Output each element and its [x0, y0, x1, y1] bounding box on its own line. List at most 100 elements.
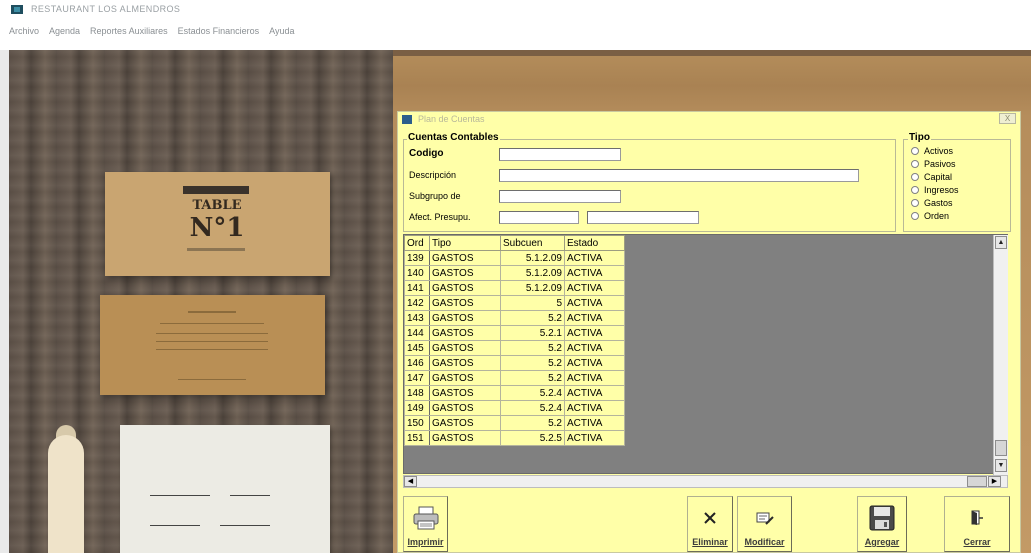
- menu-ayuda[interactable]: Ayuda: [269, 26, 294, 42]
- radio-orden[interactable]: Orden: [911, 211, 949, 221]
- cell-ord: 150: [404, 415, 430, 431]
- radio-button[interactable]: [911, 147, 919, 155]
- cell-subcuenta: 5.2: [500, 310, 565, 326]
- eliminar-button[interactable]: Eliminar: [687, 496, 733, 552]
- radio-activos[interactable]: Activos: [911, 146, 953, 156]
- table-row[interactable]: 143 GASTOS 5.2 ACTIVA: [404, 310, 625, 326]
- cerrar-label: Cerrar: [963, 537, 991, 547]
- cell-ord: 142: [404, 295, 430, 311]
- cell-tipo: GASTOS: [429, 370, 501, 386]
- radio-pasivos[interactable]: Pasivos: [911, 159, 956, 169]
- subgrupo-input[interactable]: [499, 190, 621, 203]
- header-estado[interactable]: Estado: [564, 235, 625, 251]
- cell-tipo: GASTOS: [429, 250, 501, 266]
- descripcion-label: Descripción: [409, 170, 457, 180]
- table-row[interactable]: 146 GASTOS 5.2 ACTIVA: [404, 355, 625, 371]
- menu-reportes-auxiliares[interactable]: Reportes Auxiliares: [90, 26, 168, 42]
- card-text-table: TABLE: [192, 198, 242, 213]
- cell-subcuenta: 5.1.2.09: [500, 265, 565, 281]
- scroll-up-button[interactable]: ▲: [995, 236, 1007, 249]
- menu-bar: Archivo Agenda Reportes Auxiliares Estad…: [0, 26, 295, 42]
- cell-tipo: GASTOS: [429, 280, 501, 296]
- kraft-text-line: [156, 333, 268, 334]
- radio-button[interactable]: [911, 199, 919, 207]
- cell-estado: ACTIVA: [564, 265, 625, 281]
- afect-presupuesto-input-1[interactable]: [499, 211, 579, 224]
- cerrar-button[interactable]: Cerrar: [944, 496, 1010, 552]
- cell-estado: ACTIVA: [564, 325, 625, 341]
- afect-presupuesto-input-2[interactable]: [587, 211, 699, 224]
- scroll-down-button[interactable]: ▼: [995, 459, 1007, 472]
- radio-ingresos[interactable]: Ingresos: [911, 185, 959, 195]
- cell-subcuenta: 5.1.2.09: [500, 280, 565, 296]
- scroll-right-button[interactable]: ▶: [988, 476, 1001, 487]
- window-close-button[interactable]: X: [999, 113, 1016, 124]
- accounts-grid[interactable]: Ord Tipo Subcuen Estado 139 GASTOS 5.1.2.0…: [403, 234, 1008, 475]
- handwriting-stroke: [150, 525, 200, 526]
- table-row[interactable]: 151 GASTOS 5.2.5 ACTIVA: [404, 430, 625, 446]
- kraft-text-line: [178, 379, 246, 380]
- radio-label: Pasivos: [924, 159, 956, 169]
- table-row[interactable]: 142 GASTOS 5 ACTIVA: [404, 295, 625, 311]
- modificar-label: Modificar: [744, 537, 785, 547]
- handwriting-stroke: [150, 495, 210, 496]
- cell-tipo: GASTOS: [429, 295, 501, 311]
- radio-button[interactable]: [911, 186, 919, 194]
- radio-label: Ingresos: [924, 185, 959, 195]
- menu-estados-financieros[interactable]: Estados Financieros: [178, 26, 260, 42]
- agregar-button[interactable]: Agregar: [857, 496, 907, 552]
- scroll-left-button[interactable]: ◀: [404, 476, 417, 487]
- cell-estado: ACTIVA: [564, 370, 625, 386]
- menu-agenda[interactable]: Agenda: [49, 26, 80, 42]
- table-row[interactable]: 141 GASTOS 5.1.2.09 ACTIVA: [404, 280, 625, 296]
- table-row[interactable]: 150 GASTOS 5.2 ACTIVA: [404, 415, 625, 431]
- table-row[interactable]: 139 GASTOS 5.1.2.09 ACTIVA: [404, 250, 625, 266]
- cell-estado: ACTIVA: [564, 430, 625, 446]
- cell-tipo: GASTOS: [429, 265, 501, 281]
- cell-ord: 140: [404, 265, 430, 281]
- header-subcuenta[interactable]: Subcuen: [500, 235, 565, 251]
- cell-estado: ACTIVA: [564, 250, 625, 266]
- header-tipo[interactable]: Tipo: [429, 235, 501, 251]
- table-row[interactable]: 145 GASTOS 5.2 ACTIVA: [404, 340, 625, 356]
- cell-ord: 149: [404, 400, 430, 416]
- card-text-number: N°1: [189, 213, 245, 243]
- menu-archivo[interactable]: Archivo: [9, 26, 39, 42]
- accounts-table: Ord Tipo Subcuen Estado 139 GASTOS 5.1.2.0…: [404, 235, 625, 446]
- radio-capital[interactable]: Capital: [911, 172, 952, 182]
- cell-ord: 139: [404, 250, 430, 266]
- table-row[interactable]: 147 GASTOS 5.2 ACTIVA: [404, 370, 625, 386]
- cell-subcuenta: 5.2.1: [500, 325, 565, 341]
- table-row[interactable]: 140 GASTOS 5.1.2.09 ACTIVA: [404, 265, 625, 281]
- cell-subcuenta: 5.2.5: [500, 430, 565, 446]
- cell-estado: ACTIVA: [564, 400, 625, 416]
- cell-estado: ACTIVA: [564, 355, 625, 371]
- kraft-business-card: [100, 295, 325, 395]
- cell-ord: 148: [404, 385, 430, 401]
- edit-icon: [751, 505, 779, 531]
- table-row[interactable]: 148 GASTOS 5.2.4 ACTIVA: [404, 385, 625, 401]
- radio-gastos[interactable]: Gastos: [911, 198, 953, 208]
- scroll-thumb[interactable]: [995, 440, 1007, 456]
- cell-tipo: GASTOS: [429, 430, 501, 446]
- grid-vertical-scrollbar[interactable]: ▲ ▼: [993, 235, 1008, 475]
- radio-label: Activos: [924, 146, 954, 156]
- cell-ord: 141: [404, 280, 430, 296]
- header-ord[interactable]: Ord: [404, 235, 430, 251]
- table-row[interactable]: 144 GASTOS 5.2.1 ACTIVA: [404, 325, 625, 341]
- radio-button[interactable]: [911, 212, 919, 220]
- modificar-button[interactable]: Modificar: [737, 496, 792, 552]
- scroll-thumb-horizontal[interactable]: [967, 476, 987, 487]
- kraft-text-line: [156, 349, 268, 350]
- radio-button[interactable]: [911, 173, 919, 181]
- agregar-label: Agregar: [864, 537, 900, 547]
- table-row[interactable]: 149 GASTOS 5.2.4 ACTIVA: [404, 400, 625, 416]
- descripcion-input[interactable]: [499, 169, 859, 182]
- radio-button[interactable]: [911, 160, 919, 168]
- imprimir-button[interactable]: Imprimir: [403, 496, 448, 552]
- grid-horizontal-scrollbar[interactable]: ◀ ▶: [403, 475, 1008, 488]
- subgrupo-label: Subgrupo de: [409, 191, 461, 201]
- cell-estado: ACTIVA: [564, 295, 625, 311]
- cell-ord: 145: [404, 340, 430, 356]
- codigo-input[interactable]: [499, 148, 621, 161]
